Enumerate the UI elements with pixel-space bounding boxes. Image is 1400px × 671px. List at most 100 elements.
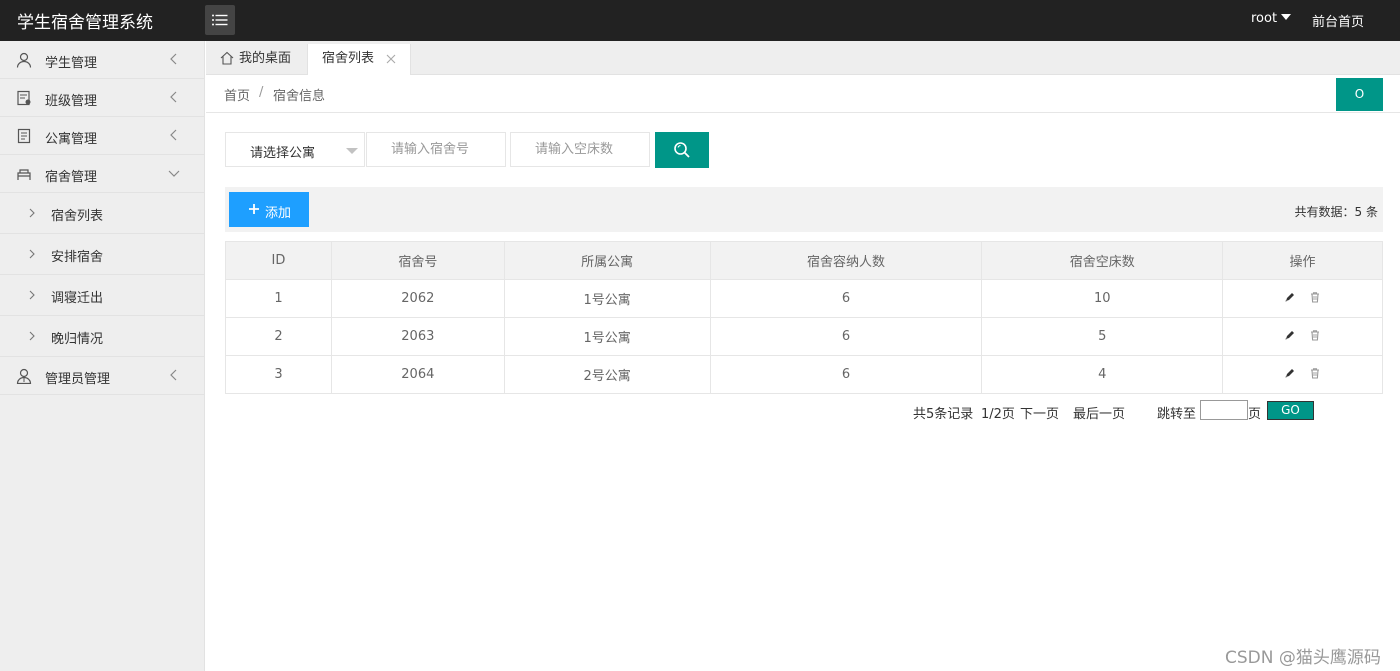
front-home-link[interactable]: 前台首页 <box>1312 11 1364 30</box>
cell-apartment: 2号公寓 <box>503 355 711 394</box>
sidebar-item-label: 宿舍管理 <box>45 170 98 185</box>
sidebar-item-admins[interactable]: 管理员管理 <box>0 357 204 395</box>
search-button[interactable] <box>655 132 709 168</box>
class-icon <box>17 90 31 106</box>
sidebar: 学生管理 班级管理 公寓管理 宿舍管理 宿舍列表 安排宿舍 调寝迁出 晚归情况 … <box>0 41 205 671</box>
hamburger-icon <box>212 14 228 26</box>
document-icon <box>17 128 31 144</box>
cell-actions <box>1222 317 1383 356</box>
admin-icon <box>16 368 32 384</box>
chevron-right-icon <box>29 331 35 341</box>
tab-label: 我的桌面 <box>239 51 292 66</box>
pager-next-link[interactable]: 下一页 <box>1020 403 1059 422</box>
chevron-right-icon <box>29 249 35 259</box>
column-header-id: ID <box>225 241 332 280</box>
cell-id: 3 <box>225 355 332 394</box>
edit-icon[interactable] <box>1284 291 1296 303</box>
cell-room: 2064 <box>330 355 505 394</box>
sidebar-item-label: 学生管理 <box>45 56 98 71</box>
tab-bar: 我的桌面 宿舍列表 <box>206 41 1400 75</box>
chevron-left-icon <box>170 91 177 103</box>
close-icon[interactable] <box>385 53 397 65</box>
sidebar-item-classes[interactable]: 班级管理 <box>0 79 204 117</box>
sidebar-subitem-arrange-dorm[interactable]: 安排宿舍 <box>0 234 204 275</box>
pager-pages: 1/2页 <box>981 407 1015 422</box>
cell-empty-beds: 5 <box>981 317 1224 356</box>
cell-empty-beds: 4 <box>981 355 1224 394</box>
sidebar-subitem-label: 宿舍列表 <box>51 209 104 224</box>
column-header-apartment: 所属公寓 <box>503 241 711 280</box>
cell-actions <box>1222 355 1383 394</box>
sidebar-item-label: 管理员管理 <box>45 372 111 387</box>
home-icon <box>220 51 234 65</box>
dorm-icon <box>17 169 31 180</box>
breadcrumb-bar: 首页 / 宿舍信息 O <box>206 75 1400 113</box>
add-button[interactable]: 添加 <box>229 192 309 227</box>
pager-last-link[interactable]: 最后一页 <box>1073 403 1125 422</box>
pager-records: 共5条记录 <box>913 407 974 422</box>
sidebar-item-apartments[interactable]: 公寓管理 <box>0 117 204 155</box>
tab-label: 宿舍列表 <box>322 51 375 66</box>
edit-icon[interactable] <box>1284 367 1296 379</box>
cell-capacity: 6 <box>709 355 983 394</box>
top-header: 学生宿舍管理系统 root 前台首页 <box>0 0 1400 41</box>
sidebar-subitem-label: 晚归情况 <box>51 332 104 347</box>
user-icon <box>16 52 32 68</box>
delete-icon[interactable] <box>1309 367 1321 379</box>
table-row: 3 2064 2号公寓 6 4 <box>225 355 1383 394</box>
breadcrumb-home[interactable]: 首页 <box>224 85 250 104</box>
delete-icon[interactable] <box>1309 329 1321 341</box>
edit-icon[interactable] <box>1284 329 1296 341</box>
go-button[interactable]: GO <box>1267 401 1314 420</box>
chevron-left-icon <box>170 53 177 65</box>
cell-room: 2063 <box>330 317 505 356</box>
dorm-table: ID 宿舍号 所属公寓 宿舍容纳人数 宿舍空床数 操作 1 2062 1号公寓 … <box>225 241 1383 394</box>
column-header-room: 宿舍号 <box>330 241 505 280</box>
cell-empty-beds: 10 <box>981 279 1224 318</box>
pager-goto-suffix: 页 <box>1248 407 1262 422</box>
apartment-select[interactable]: 请选择公寓 <box>225 132 365 167</box>
column-header-empty-beds: 宿舍空床数 <box>981 241 1224 280</box>
chevron-left-icon <box>170 129 177 141</box>
sidebar-item-students[interactable]: 学生管理 <box>0 41 204 79</box>
column-header-capacity: 宿舍容纳人数 <box>709 241 983 280</box>
chevron-right-icon <box>29 290 35 300</box>
breadcrumb-current: 宿舍信息 <box>273 89 326 104</box>
goto-page-input[interactable] <box>1200 400 1248 420</box>
room-number-input[interactable] <box>366 132 506 167</box>
table-toolbar: 添加 共有数据：5 条 <box>225 187 1383 232</box>
sidebar-item-label: 公寓管理 <box>45 132 98 147</box>
sidebar-subitem-label: 调寝迁出 <box>51 291 104 306</box>
tab-my-desktop[interactable]: 我的桌面 <box>206 44 306 75</box>
user-name: root <box>1251 11 1278 26</box>
column-header-actions: 操作 <box>1222 241 1383 280</box>
cell-apartment: 1号公寓 <box>503 317 711 356</box>
chevron-down-icon <box>168 170 180 177</box>
sidebar-subitem-dorm-list[interactable]: 宿舍列表 <box>0 193 204 234</box>
cell-id: 1 <box>225 279 332 318</box>
sidebar-subitem-late-return[interactable]: 晚归情况 <box>0 316 204 357</box>
add-button-label: 添加 <box>265 206 292 221</box>
sidebar-subitem-transfer-out[interactable]: 调寝迁出 <box>0 275 204 316</box>
search-icon <box>674 142 690 158</box>
refresh-button[interactable]: O <box>1336 78 1383 111</box>
sidebar-item-label: 班级管理 <box>45 94 98 109</box>
table-header-row: ID 宿舍号 所属公寓 宿舍容纳人数 宿舍空床数 操作 <box>225 241 1383 280</box>
pager-goto-label: 跳转至 <box>1157 407 1197 422</box>
total-count: 共有数据：5 条 <box>1294 205 1378 219</box>
cell-apartment: 1号公寓 <box>503 279 711 318</box>
app-title: 学生宿舍管理系统 <box>17 13 153 33</box>
empty-bed-input[interactable] <box>510 132 650 167</box>
cell-capacity: 6 <box>709 279 983 318</box>
caret-down-icon <box>346 148 358 154</box>
user-menu[interactable]: root <box>1251 11 1292 26</box>
chevron-right-icon <box>29 208 35 218</box>
apartment-select-value: 请选择公寓 <box>250 146 316 161</box>
delete-icon[interactable] <box>1309 291 1321 303</box>
sidebar-item-dorms[interactable]: 宿舍管理 <box>0 155 204 193</box>
menu-toggle-button[interactable] <box>205 5 235 35</box>
cell-actions <box>1222 279 1383 318</box>
cell-id: 2 <box>225 317 332 356</box>
tab-dorm-list[interactable]: 宿舍列表 <box>307 44 411 75</box>
caret-down-icon <box>1281 14 1292 20</box>
